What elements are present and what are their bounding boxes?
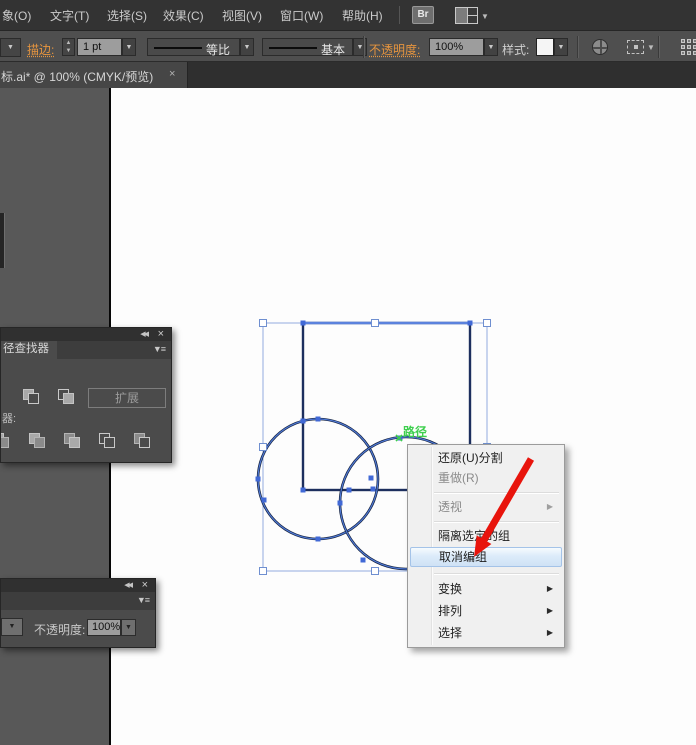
submenu-arrow-icon: ▶ — [547, 497, 553, 517]
recolor-artwork-icon[interactable] — [592, 39, 608, 55]
transparency-panel-header: ◀◀ × — [1, 579, 155, 592]
menu-item-undo-divide[interactable]: 还原(U)分割 — [408, 448, 564, 468]
transparency-panel: ◀◀ × ▼≡ ▼ 不透明度: 100% ▼ — [0, 578, 156, 648]
opacity-dropdown-icon[interactable]: ▼ — [121, 619, 136, 636]
style-dropdown-icon[interactable]: ▼ — [554, 38, 568, 56]
pathfinder-tab-bar: 径查找器 ▼≡ — [1, 341, 171, 359]
opacity-field[interactable]: 100% — [429, 38, 484, 56]
select-similar-dropdown-icon[interactable]: ▼ — [647, 43, 655, 52]
brush-select[interactable]: 基本 — [262, 38, 353, 56]
width-profile-select[interactable]: 等比 — [147, 38, 240, 56]
menu-separator — [434, 573, 559, 575]
menu-separator — [434, 521, 559, 523]
panel-menu-icon[interactable]: ▼≡ — [153, 344, 165, 354]
brush-dropdown-icon[interactable]: ▼ — [353, 38, 367, 56]
menu-select[interactable]: 选择(S) — [107, 7, 147, 24]
align-panel-icon[interactable] — [681, 39, 696, 56]
collapse-panel-icon[interactable]: ◀◀ — [124, 581, 131, 589]
menu-object[interactable]: 象(O) — [2, 7, 31, 24]
pathfinder-panel-body: 扩展 器: — [1, 359, 171, 463]
left-dropdown-button[interactable]: ▼ — [0, 38, 21, 57]
document-tab-bar: 标.ai* @ 100% (CMYK/预览) × — [0, 62, 696, 88]
control-divider — [658, 36, 659, 58]
menu-item-ungroup[interactable]: 取消编组 — [408, 546, 564, 569]
opacity-label[interactable]: 不透明度: — [369, 41, 420, 58]
profile-line-preview — [154, 47, 202, 49]
menu-view[interactable]: 视图(V) — [222, 7, 262, 24]
menu-item-perspective: 透视 ▶ — [408, 497, 564, 517]
opacity-field[interactable]: 100% — [87, 619, 121, 636]
stroke-weight-dropdown-icon[interactable]: ▼ — [122, 38, 136, 56]
pathfinder-crop-icon[interactable] — [99, 433, 116, 449]
pathfinder-outline-icon[interactable] — [134, 433, 151, 449]
control-bar: ▼ 描边: ▲▼ 1 pt ▼ 等比 ▼ 基本 ▼ 不透明度: 100% ▼ 样… — [0, 30, 696, 62]
submenu-arrow-icon: ▶ — [547, 600, 553, 622]
panel-menu-icon[interactable]: ▼≡ — [137, 595, 149, 605]
context-menu: 还原(U)分割 重做(R) 透视 ▶ 隔离选定的组 取消编组 变换 ▶ 排列 ▶… — [407, 444, 565, 648]
illustrator-window: 象(O) 文字(T) 选择(S) 效果(C) 视图(V) 窗口(W) 帮助(H)… — [0, 0, 696, 745]
menu-type[interactable]: 文字(T) — [50, 7, 89, 24]
blend-mode-dropdown[interactable]: ▼ — [1, 618, 23, 636]
stroke-weight-field[interactable]: 1 pt — [77, 38, 122, 56]
pathfinder-divide-icon[interactable] — [0, 433, 10, 449]
menubar-divider — [399, 6, 400, 24]
style-label: 样式: — [502, 41, 529, 58]
stroke-label[interactable]: 描边: — [27, 41, 54, 58]
transparency-tab-bar: ▼≡ — [1, 592, 155, 610]
opacity-dropdown-icon[interactable]: ▼ — [484, 38, 498, 56]
menu-bar: 象(O) 文字(T) 选择(S) 效果(C) 视图(V) 窗口(W) 帮助(H)… — [0, 0, 696, 30]
style-swatch[interactable] — [536, 38, 554, 56]
menu-item-arrange[interactable]: 排列 ▶ — [408, 600, 564, 622]
submenu-arrow-icon: ▶ — [547, 622, 553, 644]
profile-value: 等比 — [206, 41, 230, 58]
width-profile-dropdown-icon[interactable]: ▼ — [240, 38, 254, 56]
arrange-documents-icon[interactable] — [455, 7, 478, 24]
pathfinder-section-label: 器: — [2, 410, 16, 426]
pathfinder-panel: ◀◀ × 径查找器 ▼≡ 扩展 器: — [0, 327, 172, 463]
collapse-panel-icon[interactable]: ◀◀ — [140, 330, 147, 338]
menu-item-redo: 重做(R) — [408, 468, 564, 488]
arrange-documents-dropdown-icon[interactable]: ▼ — [481, 12, 489, 21]
tab-close-icon[interactable]: × — [169, 68, 175, 80]
shape-mode-unite-icon[interactable] — [23, 389, 40, 405]
opacity-label: 不透明度: — [34, 621, 85, 638]
smart-guide-path-label: 路径 — [403, 423, 427, 440]
document-tab[interactable]: 标.ai* @ 100% (CMYK/预览) × — [0, 62, 188, 88]
pathfinder-panel-header: ◀◀ × — [1, 328, 171, 341]
shape-mode-minus-icon[interactable] — [58, 389, 75, 405]
control-divider — [363, 36, 364, 58]
transparency-panel-body: ▼ 不透明度: 100% ▼ — [1, 610, 155, 648]
menu-item-isolate-group[interactable]: 隔离选定的组 — [408, 526, 564, 546]
menu-help[interactable]: 帮助(H) — [342, 7, 383, 24]
document-title: 标.ai* @ 100% (CMYK/预览) — [1, 68, 153, 85]
bridge-button[interactable]: Br — [412, 6, 434, 24]
close-panel-icon[interactable]: × — [158, 328, 164, 340]
pathfinder-trim-icon[interactable] — [29, 433, 46, 449]
select-similar-icon[interactable] — [627, 40, 644, 54]
brush-line-preview — [269, 47, 317, 49]
menu-separator — [434, 492, 559, 494]
close-panel-icon[interactable]: × — [142, 579, 148, 591]
control-divider — [577, 36, 578, 58]
stroke-weight-stepper[interactable]: ▲▼ — [62, 38, 75, 56]
expand-button[interactable]: 扩展 — [88, 388, 166, 408]
pathfinder-merge-icon[interactable] — [64, 433, 81, 449]
brush-value: 基本 — [321, 41, 345, 58]
menu-effect[interactable]: 效果(C) — [163, 7, 204, 24]
menu-highlight[interactable]: 取消编组 — [410, 547, 562, 567]
submenu-arrow-icon: ▶ — [547, 578, 553, 600]
pathfinder-tab[interactable]: 径查找器 — [1, 341, 57, 359]
menu-item-transform[interactable]: 变换 ▶ — [408, 578, 564, 600]
collapsed-panel-edge[interactable] — [0, 213, 5, 268]
menu-item-select[interactable]: 选择 ▶ — [408, 622, 564, 644]
menu-window[interactable]: 窗口(W) — [280, 7, 323, 24]
